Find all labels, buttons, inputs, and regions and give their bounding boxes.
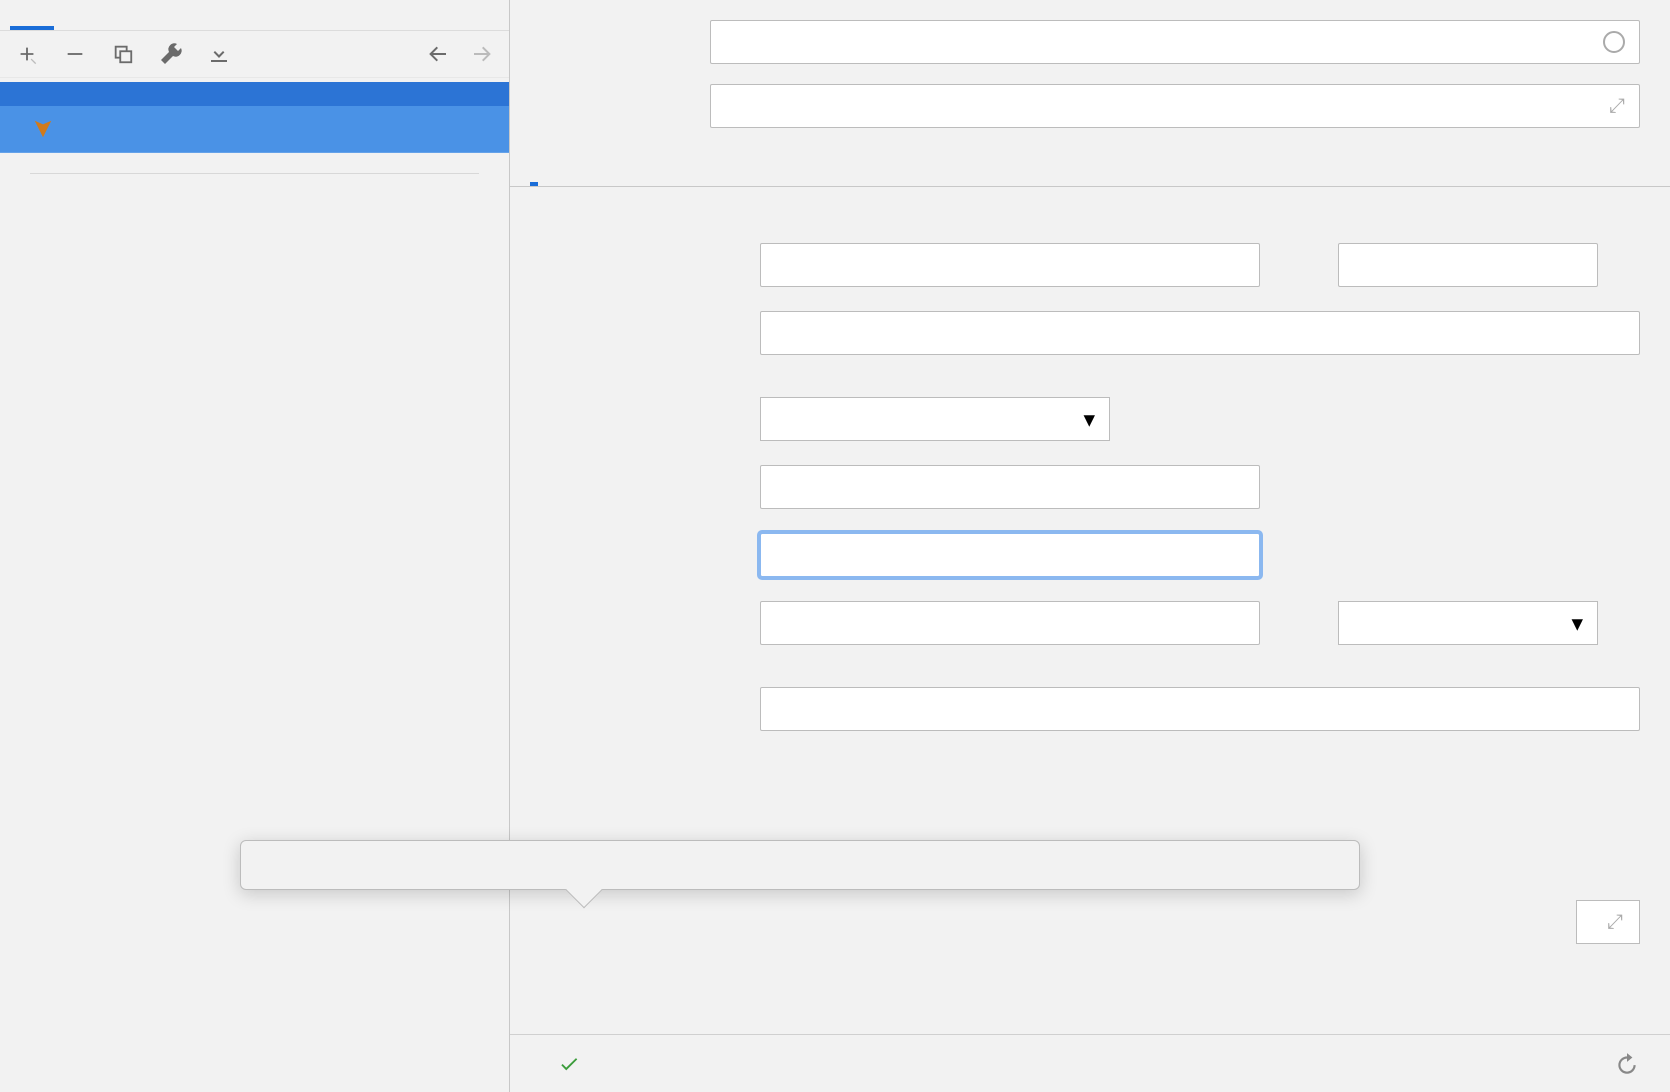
port-input[interactable] <box>1338 243 1598 287</box>
tree-group-header[interactable] <box>0 82 509 106</box>
tab-general[interactable] <box>530 156 538 186</box>
name-input[interactable] <box>725 29 1603 56</box>
tab-advanced[interactable] <box>722 156 730 186</box>
main-panel: ⤢ <box>510 0 1670 1092</box>
domain-input[interactable] <box>760 465 1260 509</box>
undo-icon[interactable] <box>1614 1051 1640 1077</box>
name-field-wrap <box>710 20 1640 64</box>
back-icon[interactable] <box>425 41 451 67</box>
tab-data-sources[interactable] <box>10 0 54 30</box>
url-input-tail[interactable]: ⤢ <box>1576 900 1640 944</box>
footer-bar <box>510 1034 1670 1092</box>
tab-drivers[interactable] <box>54 0 98 30</box>
tree-item-mssql[interactable] <box>0 106 509 153</box>
add-icon[interactable] <box>14 41 40 67</box>
connection-form: ▾ ▾ <box>510 227 1670 747</box>
tab-schemas[interactable] <box>674 156 682 186</box>
forward-icon[interactable] <box>469 41 495 67</box>
remove-icon[interactable] <box>62 41 88 67</box>
expand-icon[interactable]: ⤢ <box>1609 95 1625 118</box>
expand-icon[interactable]: ⤢ <box>1607 911 1623 934</box>
database-icon <box>32 118 54 140</box>
comment-input[interactable] <box>725 93 1609 120</box>
tab-ssh-ssl[interactable] <box>626 156 634 186</box>
auth-select[interactable]: ▾ <box>760 397 1110 441</box>
check-icon <box>558 1053 580 1075</box>
save-select[interactable]: ▾ <box>1338 601 1598 645</box>
user-input[interactable] <box>760 533 1260 577</box>
wrench-icon[interactable] <box>158 41 184 67</box>
sidebar <box>0 0 510 1092</box>
host-input[interactable] <box>760 243 1260 287</box>
comment-row: ⤢ <box>510 74 1670 138</box>
info-row <box>510 187 1670 227</box>
sidebar-toolbar <box>0 31 509 78</box>
chevron-down-icon: ▾ <box>1083 406 1095 433</box>
config-tabs <box>510 146 1670 187</box>
tab-options[interactable] <box>578 156 586 186</box>
database-input[interactable] <box>760 687 1640 731</box>
password-input[interactable] <box>760 601 1260 645</box>
comment-field-wrap: ⤢ <box>710 84 1640 128</box>
sidebar-tabs <box>0 0 509 31</box>
duplicate-icon[interactable] <box>110 41 136 67</box>
data-sources-tree <box>0 78 509 1092</box>
test-connection-popup <box>240 840 1360 890</box>
app-root: ⤢ <box>0 0 1670 1092</box>
instance-input[interactable] <box>760 311 1640 355</box>
chevron-down-icon: ▾ <box>1571 610 1583 637</box>
tree-separator <box>30 173 479 174</box>
color-ring-icon[interactable] <box>1603 31 1625 53</box>
name-row <box>510 10 1670 74</box>
import-icon[interactable] <box>206 41 232 67</box>
tree-item-problems[interactable] <box>0 194 509 214</box>
